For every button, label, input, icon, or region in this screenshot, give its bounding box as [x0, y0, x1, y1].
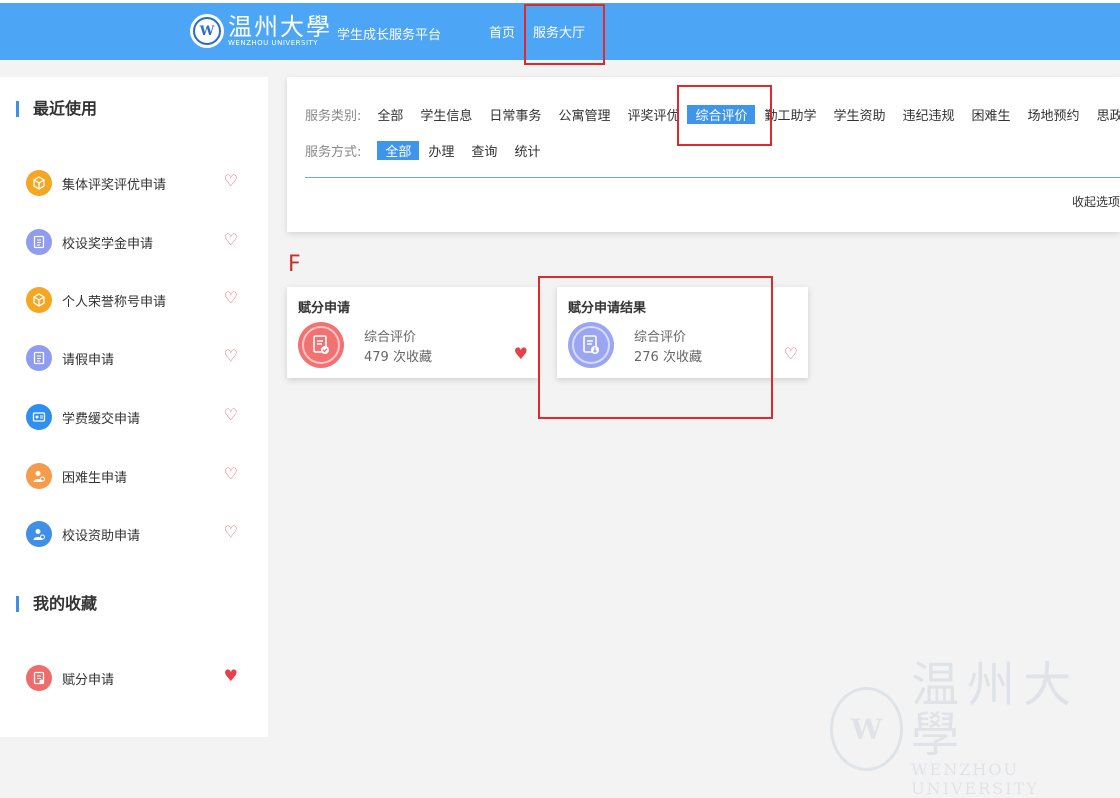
- document-icon: [26, 345, 52, 371]
- category-option[interactable]: 日常事务: [489, 105, 541, 124]
- category-option[interactable]: 学生信息: [420, 105, 472, 124]
- card-icon: [26, 404, 52, 430]
- highlight-box-category: [677, 85, 772, 146]
- recent-section-title: 最近使用: [16, 101, 97, 117]
- filter-divider: [305, 177, 1120, 178]
- document-check-icon: [298, 322, 344, 368]
- recent-item[interactable]: 学费缓交申请 ♡: [26, 404, 246, 430]
- sidebar: 最近使用 集体评奖评优申请 ♡ 校设奖学金申请 ♡ 个人荣誉称号申请 ♡ 请假申…: [0, 77, 268, 737]
- logo-chinese-name: 温州大學: [228, 12, 332, 41]
- mode-option[interactable]: 查询: [471, 141, 497, 160]
- document-icon: [26, 665, 52, 691]
- document-icon: [26, 229, 52, 255]
- recent-item-label: 集体评奖评优申请: [62, 177, 167, 193]
- favorites-section-title: 我的收藏: [16, 596, 97, 612]
- service-card-favorite-count: 479 次收藏: [364, 350, 432, 365]
- recent-item[interactable]: 请假申请 ♡: [26, 345, 246, 371]
- university-seal-icon: W: [190, 14, 224, 48]
- recent-item[interactable]: 校设奖学金申请 ♡: [26, 229, 246, 255]
- watermark-english-name: WENZHOU UNIVERSITY: [911, 760, 1039, 798]
- highlight-box-service-hall: [524, 4, 605, 65]
- mode-filter-row: 服务方式: 全部 办理 查询 统计: [305, 141, 557, 160]
- category-option[interactable]: 学生资助: [834, 105, 886, 124]
- category-filter-label: 服务类别:: [305, 109, 362, 124]
- favorite-heart-outline-icon[interactable]: ♡: [224, 347, 238, 365]
- category-option[interactable]: 全部: [377, 105, 403, 124]
- recent-item[interactable]: 集体评奖评优申请 ♡: [26, 170, 246, 196]
- category-option[interactable]: 评奖评优: [627, 105, 679, 124]
- recent-item-label: 请假申请: [62, 352, 115, 368]
- box-icon: [26, 170, 52, 196]
- favorite-item[interactable]: 赋分申请 ♥: [26, 665, 246, 691]
- category-option[interactable]: 场地预约: [1028, 105, 1080, 124]
- box-icon: [26, 287, 52, 313]
- recent-item-label: 个人荣誉称号申请: [62, 294, 167, 310]
- category-option[interactable]: 困难生: [972, 105, 1011, 124]
- recent-item-label: 学费缓交申请: [62, 411, 141, 427]
- platform-name: 学生成长服务平台: [337, 28, 442, 43]
- favorite-heart-filled-icon[interactable]: ♥: [224, 667, 238, 685]
- logo-english-name: WENZHOU UNIVERSITY: [228, 38, 319, 47]
- university-logo[interactable]: W 温州大學 WENZHOU UNIVERSITY: [190, 14, 332, 48]
- collapse-options-link[interactable]: 收起选项: [1072, 193, 1120, 210]
- favorite-item-label: 赋分申请: [62, 672, 115, 688]
- highlight-box-result-card: [538, 276, 773, 419]
- category-option[interactable]: 勤工助学: [764, 105, 816, 124]
- recent-item[interactable]: 个人荣誉称号申请 ♡: [26, 287, 246, 313]
- favorite-heart-filled-icon[interactable]: ♥: [514, 345, 528, 363]
- watermark-chinese-name: 温州大學: [911, 657, 1080, 763]
- service-card[interactable]: 赋分申请 综合评价 479 次收藏 ♥: [287, 287, 538, 378]
- recent-item-label: 校设奖学金申请: [62, 236, 154, 252]
- category-option[interactable]: 思政: [1097, 105, 1120, 124]
- recent-item[interactable]: 校设资助申请 ♡: [26, 521, 246, 547]
- mode-option[interactable]: 统计: [514, 141, 540, 160]
- favorite-heart-outline-icon[interactable]: ♡: [224, 523, 238, 541]
- recent-item-label: 校设资助申请: [62, 528, 141, 544]
- favorite-heart-outline-icon[interactable]: ♡: [224, 406, 238, 424]
- service-card-category: 综合评价: [364, 330, 417, 345]
- favorite-heart-outline-icon[interactable]: ♡: [784, 345, 798, 363]
- favorite-heart-outline-icon[interactable]: ♡: [224, 172, 238, 190]
- category-option[interactable]: 违纪违规: [903, 105, 955, 124]
- recent-item[interactable]: 困难生申请 ♡: [26, 463, 246, 489]
- service-card-title: 赋分申请: [298, 301, 351, 316]
- favorite-heart-outline-icon[interactable]: ♡: [224, 289, 238, 307]
- recent-item-label: 困难生申请: [62, 470, 128, 486]
- mode-option-active[interactable]: 全部: [377, 141, 420, 160]
- nav-home-link[interactable]: 首页: [489, 22, 515, 41]
- person-icon: [26, 521, 52, 547]
- favorite-heart-outline-icon[interactable]: ♡: [224, 465, 238, 483]
- university-watermark: W 温州大學 WENZHOU UNIVERSITY: [830, 660, 1120, 798]
- category-option[interactable]: 公寓管理: [558, 105, 610, 124]
- mode-option[interactable]: 办理: [428, 141, 454, 160]
- mode-filter-label: 服务方式:: [305, 145, 362, 160]
- favorite-heart-outline-icon[interactable]: ♡: [224, 231, 238, 249]
- watermark-seal-icon: W: [830, 687, 904, 771]
- group-letter: F: [288, 252, 301, 277]
- person-icon: [26, 463, 52, 489]
